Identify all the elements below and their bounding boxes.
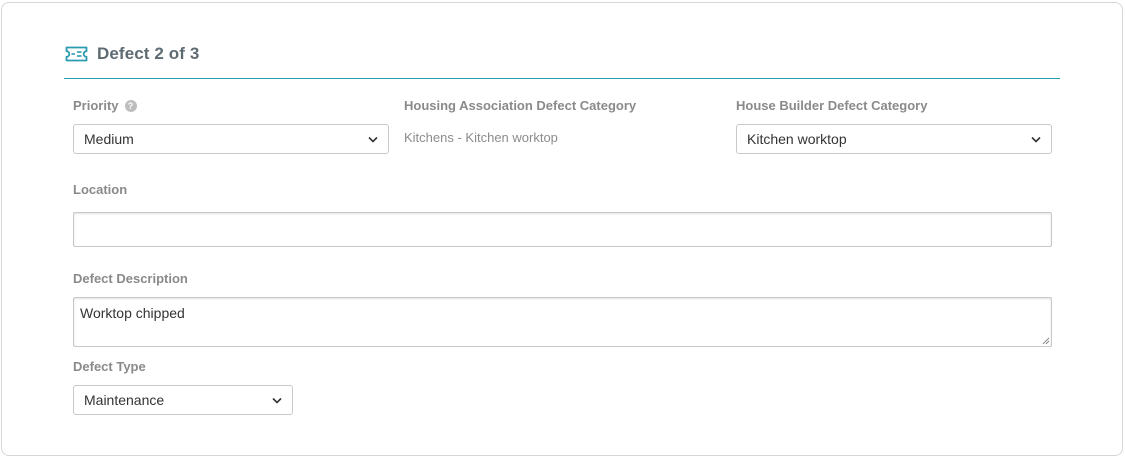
header-divider <box>64 78 1060 79</box>
defect-type-select-value: Maintenance <box>84 392 165 408</box>
defect-type-label: Defect Type <box>73 359 146 374</box>
hb-category-label: House Builder Defect Category <box>736 98 928 113</box>
hb-category-select-value: Kitchen worktop <box>747 131 847 147</box>
page-title: Defect 2 of 3 <box>97 44 200 63</box>
description-label: Defect Description <box>73 271 188 286</box>
priority-select-value: Medium <box>84 131 134 147</box>
chevron-down-icon <box>368 136 378 143</box>
chevron-down-icon <box>1031 136 1041 143</box>
chevron-down-icon <box>272 397 282 404</box>
priority-select[interactable]: Medium <box>73 124 389 154</box>
help-icon[interactable]: ? <box>124 100 137 112</box>
ha-category-label: Housing Association Defect Category <box>404 98 637 113</box>
description-textarea[interactable]: Worktop chipped <box>73 297 1052 347</box>
ticket-icon <box>65 46 88 62</box>
description-text: Worktop chipped <box>80 305 185 321</box>
hb-category-select[interactable]: Kitchen worktop <box>736 124 1052 154</box>
location-label: Location <box>73 182 128 197</box>
resize-handle-icon[interactable] <box>1041 336 1050 345</box>
defect-header: Defect 2 of 3 <box>65 44 199 64</box>
priority-label-text: Priority <box>73 98 119 113</box>
ha-category-value: Kitchens - Kitchen worktop <box>404 130 558 145</box>
priority-label: Priority? <box>73 98 137 113</box>
defect-type-select[interactable]: Maintenance <box>73 385 293 415</box>
location-input[interactable] <box>73 212 1052 247</box>
